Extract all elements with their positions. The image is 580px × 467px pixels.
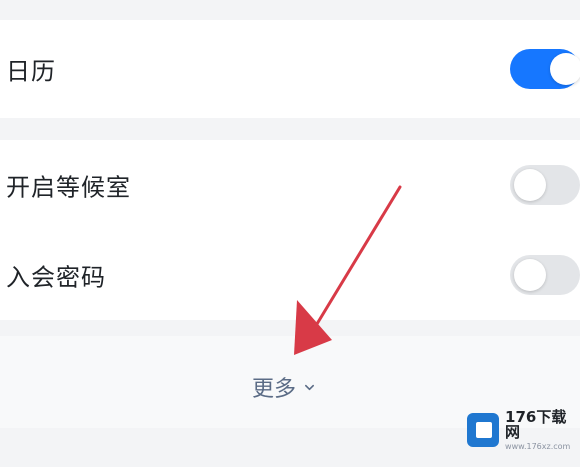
waiting-room-toggle[interactable] [510, 165, 580, 205]
watermark-icon [467, 413, 500, 447]
meeting-password-toggle[interactable] [510, 255, 580, 295]
toggle-knob [514, 169, 546, 201]
meeting-settings-card: 开启等候室 入会密码 [0, 140, 580, 320]
calendar-setting-label: 日历 [6, 57, 56, 86]
calendar-toggle[interactable] [510, 49, 580, 89]
more-button[interactable]: 更多 [252, 371, 315, 403]
meeting-password-setting-row: 入会密码 [0, 230, 580, 320]
watermark-url: www.176xz.com [505, 441, 571, 451]
more-label: 更多 [252, 377, 297, 402]
waiting-room-label: 开启等候室 [6, 173, 131, 202]
watermark-name: 176下载网 [505, 407, 567, 441]
toggle-knob [550, 53, 580, 85]
meeting-password-label: 入会密码 [6, 263, 106, 292]
calendar-setting-row: 日历 [0, 24, 580, 114]
chevron-down-icon [305, 384, 315, 390]
watermark-text: 176下载网 www.176xz.com [505, 407, 577, 451]
watermark-logo: 176下载网 www.176xz.com [467, 407, 577, 451]
calendar-setting-card: 日历 [0, 20, 580, 118]
waiting-room-setting-row: 开启等候室 [0, 140, 580, 230]
toggle-knob [514, 259, 546, 291]
